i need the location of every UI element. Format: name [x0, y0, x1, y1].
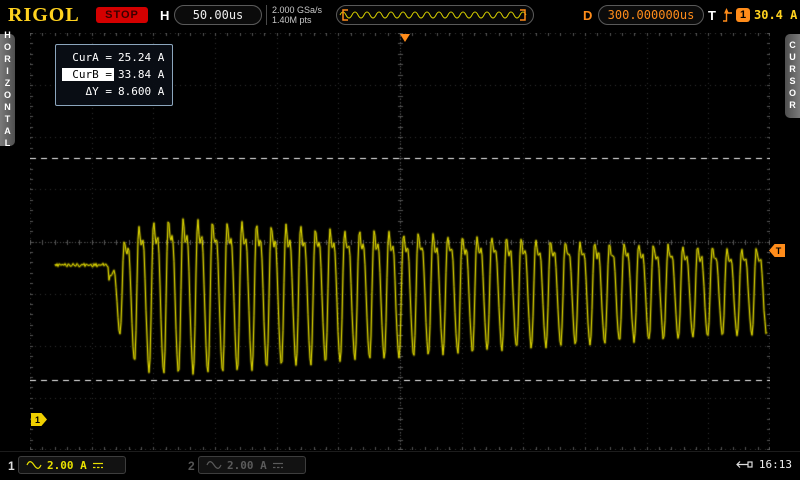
horizontal-menu-tab[interactable]: HORIZONTAL [0, 30, 15, 150]
delay-label: D [583, 8, 593, 23]
delay-value[interactable]: 300.000000us [598, 5, 704, 25]
acquisition-status-badge: STOP [96, 7, 148, 23]
cursor-b-row: CurB = 33.84 A [62, 66, 164, 83]
ch2-scale: 2.00 A [227, 458, 267, 472]
timebase-value[interactable]: 50.00us [174, 5, 262, 25]
clock-area: 16:13 [735, 458, 792, 471]
ch1-scale: 2.00 A [47, 458, 87, 472]
cursor-delta-label: ΔY = [85, 85, 113, 98]
trigger-position-marker[interactable] [400, 34, 410, 42]
ch1-status-block[interactable]: 2.00 A [18, 456, 126, 474]
cursor-readout-box: CurA = 25.24 A CurB = 33.84 A ΔY = 8.600… [55, 44, 174, 106]
trigger-level-marker[interactable]: T [769, 244, 785, 257]
sine-icon [26, 461, 42, 469]
top-bar: RIGOL STOP H 50.00us 2.000 GSa/s 1.40M p… [0, 0, 800, 32]
cursor-delta-value: 8.600 A [118, 85, 165, 98]
sample-rate: 2.000 GSa/s [272, 5, 323, 15]
rigol-logo: RIGOL [8, 4, 80, 26]
dc-icon [272, 462, 283, 468]
ch2-number: 2 [188, 459, 195, 473]
usb-icon [736, 461, 753, 468]
memory-waveform-icon [339, 9, 527, 21]
ch1-number: 1 [8, 459, 15, 473]
rising-edge-icon [723, 8, 732, 22]
bottom-bar: 1 2.00 A 2 2.00 A 16:13 [0, 451, 800, 480]
trigger-label: T [708, 8, 716, 23]
cursor-b-label: CurB = [62, 68, 114, 81]
clock-time: 16:13 [758, 458, 792, 471]
cursor-menu-tab[interactable]: CURSOR [785, 34, 800, 118]
horizontal-label: H [160, 8, 170, 23]
ch2-status-block[interactable]: 2.00 A [198, 456, 306, 474]
cursor-a-label: CurA = [72, 51, 112, 64]
trigger-source-badge[interactable]: 1 [736, 8, 750, 22]
cursor-b-value: 33.84 A [118, 68, 165, 81]
sine-icon [206, 461, 222, 469]
cursor-delta-row: ΔY = 8.600 A [62, 83, 165, 100]
oscilloscope-screen: RIGOL STOP H 50.00us 2.000 GSa/s 1.40M p… [0, 0, 800, 480]
cursor-a-value: 25.24 A [118, 51, 165, 64]
memory-position-bar[interactable] [336, 5, 534, 25]
cursor-a-row: CurA = 25.24 A [62, 49, 164, 66]
sample-rate-block: 2.000 GSa/s 1.40M pts [266, 5, 322, 25]
dc-icon [92, 462, 103, 468]
memory-depth: 1.40M pts [272, 15, 312, 25]
trigger-level-value: 30.4 A [754, 8, 798, 22]
